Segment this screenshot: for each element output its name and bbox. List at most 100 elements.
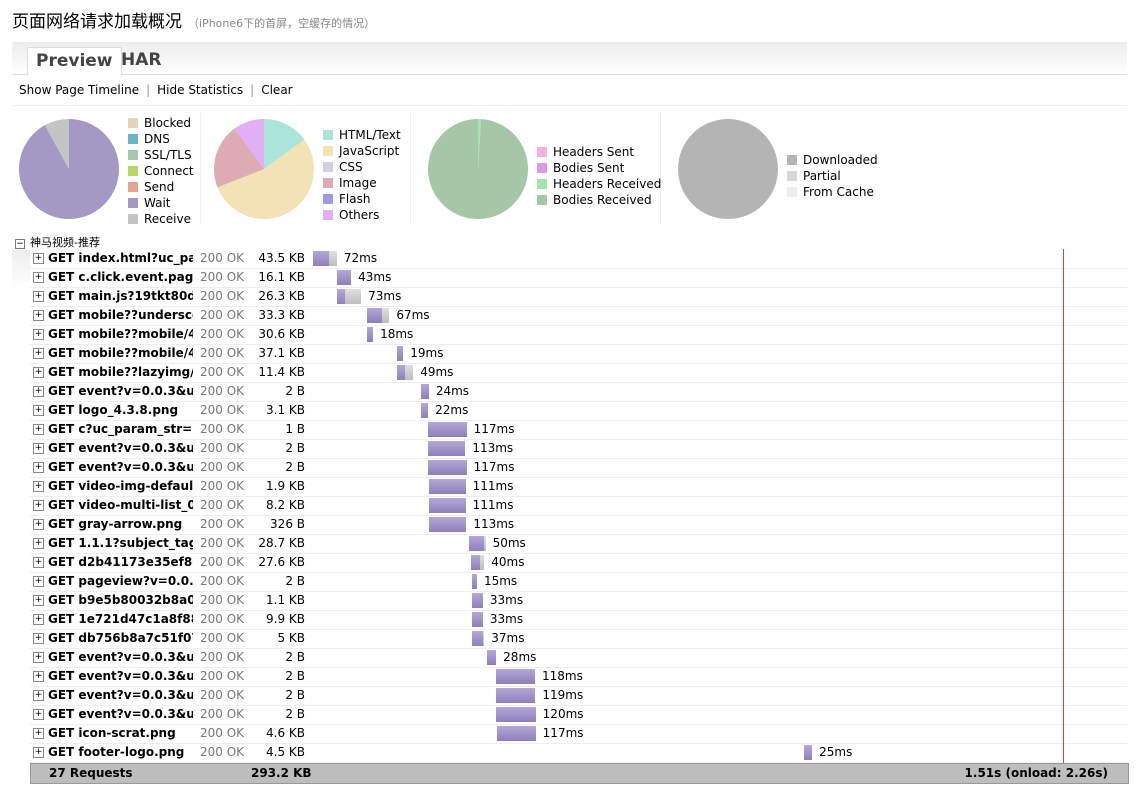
request-url[interactable]: GET event?v=0.0.3&uui <box>48 460 193 474</box>
request-url[interactable]: GET 1e721d47c1a8f882 <box>48 612 193 626</box>
request-row[interactable]: + GET event?v=0.0.3&uui 200 OK 2 B 119ms <box>30 686 1127 706</box>
timing-bar[interactable] <box>803 745 813 760</box>
plus-box-icon[interactable]: + <box>33 595 44 606</box>
timing-bar[interactable] <box>471 631 485 646</box>
request-row[interactable]: + GET b9e5b80032b8a02 200 OK 1.1 KB 33ms <box>30 591 1127 611</box>
timing-bar[interactable] <box>471 612 483 627</box>
request-url[interactable]: GET icon-scrat.png <box>48 726 193 740</box>
page-group-header[interactable]: − 神马视频-推荐 <box>15 234 100 250</box>
timing-bar[interactable] <box>428 498 466 513</box>
plus-box-icon[interactable]: + <box>33 253 44 264</box>
request-row[interactable]: + GET video-img-default 200 OK 1.9 KB 11… <box>30 477 1127 497</box>
timing-bar[interactable] <box>495 688 536 703</box>
plus-box-icon[interactable]: + <box>33 557 44 568</box>
plus-box-icon[interactable]: + <box>33 709 44 720</box>
plus-box-icon[interactable]: + <box>33 291 44 302</box>
plus-box-icon[interactable]: + <box>33 462 44 473</box>
request-row[interactable]: + GET mobile??mobile/4. 200 OK 37.1 KB 1… <box>30 344 1127 364</box>
plus-box-icon[interactable]: + <box>33 652 44 663</box>
request-row[interactable]: + GET mobile??lazyimg/1 200 OK 11.4 KB 4… <box>30 363 1127 383</box>
request-url[interactable]: GET event?v=0.0.3&uui <box>48 707 193 721</box>
plus-box-icon[interactable]: + <box>33 690 44 701</box>
request-url[interactable]: GET event?v=0.0.3&uui <box>48 441 193 455</box>
timing-bar[interactable] <box>427 422 467 437</box>
tab-preview[interactable]: Preview <box>27 47 122 75</box>
timing-bar[interactable] <box>427 441 466 456</box>
request-url[interactable]: GET db756b8a7c51f072 <box>48 631 193 645</box>
timing-bar[interactable] <box>496 726 536 741</box>
timing-bar[interactable] <box>396 346 404 361</box>
request-row[interactable]: + GET event?v=0.0.3&uui 200 OK 2 B 120ms <box>30 705 1127 725</box>
request-row[interactable]: + GET event?v=0.0.3&uui 200 OK 2 B 113ms <box>30 439 1127 459</box>
timing-bar[interactable] <box>428 479 466 494</box>
request-url[interactable]: GET c.click.event.page- <box>48 270 193 284</box>
timing-bar[interactable] <box>336 270 352 285</box>
timing-bar[interactable] <box>495 707 536 722</box>
request-url[interactable]: GET event?v=0.0.3&uui <box>48 688 193 702</box>
plus-box-icon[interactable]: + <box>33 728 44 739</box>
plus-box-icon[interactable]: + <box>33 329 44 340</box>
request-url[interactable]: GET video-multi-list_0. <box>48 498 193 512</box>
request-row[interactable]: + GET pageview?v=0.0.36 200 OK 2 B 15ms <box>30 572 1127 592</box>
plus-box-icon[interactable]: + <box>33 481 44 492</box>
timing-bar[interactable] <box>471 593 483 608</box>
timing-bar[interactable] <box>427 460 467 475</box>
request-row[interactable]: + GET event?v=0.0.3&uui 200 OK 2 B 24ms <box>30 382 1127 402</box>
request-row[interactable]: + GET gray-arrow.png 200 OK 326 B 113ms <box>30 515 1127 535</box>
request-row[interactable]: + GET d2b41173e35ef80 200 OK 27.6 KB 40m… <box>30 553 1127 573</box>
plus-box-icon[interactable]: + <box>33 538 44 549</box>
request-row[interactable]: + GET footer-logo.png 200 OK 4.5 KB 25ms <box>30 743 1127 763</box>
request-row[interactable]: + GET c?uc_param_str=nt 200 OK 1 B 117ms <box>30 420 1127 440</box>
plus-box-icon[interactable]: + <box>33 747 44 758</box>
request-row[interactable]: + GET mobile??underscor 200 OK 33.3 KB 6… <box>30 306 1127 326</box>
show-page-timeline-link[interactable]: Show Page Timeline <box>19 83 139 97</box>
request-url[interactable]: GET b9e5b80032b8a02 <box>48 593 193 607</box>
request-row[interactable]: + GET logo_4.3.8.png 200 OK 3.1 KB 22ms <box>30 401 1127 421</box>
request-row[interactable]: + GET db756b8a7c51f072 200 OK 5 KB 37ms <box>30 629 1127 649</box>
request-row[interactable]: + GET c.click.event.page- 200 OK 16.1 KB… <box>30 268 1127 288</box>
plus-box-icon[interactable]: + <box>33 272 44 283</box>
plus-box-icon[interactable]: + <box>33 443 44 454</box>
plus-box-icon[interactable]: + <box>33 671 44 682</box>
plus-box-icon[interactable]: + <box>33 386 44 397</box>
clear-link[interactable]: Clear <box>261 83 292 97</box>
timing-bar[interactable] <box>367 308 390 323</box>
plus-box-icon[interactable]: + <box>33 576 44 587</box>
request-url[interactable]: GET main.js?19tkt80ds <box>48 289 193 303</box>
plus-box-icon[interactable]: + <box>33 367 44 378</box>
plus-box-icon[interactable]: + <box>33 310 44 321</box>
request-url[interactable]: GET mobile??mobile/4. <box>48 327 193 341</box>
plus-box-icon[interactable]: + <box>33 348 44 359</box>
request-url[interactable]: GET footer-logo.png <box>48 745 193 759</box>
request-url[interactable]: GET mobile??mobile/4. <box>48 346 193 360</box>
timing-bar[interactable] <box>486 650 497 665</box>
request-url[interactable]: GET d2b41173e35ef80 <box>48 555 193 569</box>
request-url[interactable]: GET video-img-default <box>48 479 193 493</box>
request-row[interactable]: + GET 1e721d47c1a8f882 200 OK 9.9 KB 33m… <box>30 610 1127 630</box>
request-url[interactable]: GET event?v=0.0.3&uui <box>48 669 193 683</box>
request-url[interactable]: GET logo_4.3.8.png <box>48 403 193 417</box>
timing-bar[interactable] <box>367 327 374 342</box>
request-row[interactable]: + GET 1.1.1?subject_tag= 200 OK 28.7 KB … <box>30 534 1127 554</box>
request-url[interactable]: GET gray-arrow.png <box>48 517 193 531</box>
request-row[interactable]: + GET event?v=0.0.3&uui 200 OK 2 B 118ms <box>30 667 1127 687</box>
hide-statistics-link[interactable]: Hide Statistics <box>157 83 243 97</box>
timing-bar[interactable] <box>336 289 362 304</box>
timing-bar[interactable] <box>471 574 477 589</box>
timing-bar[interactable] <box>420 384 429 399</box>
request-url[interactable]: GET event?v=0.0.3&uui <box>48 384 193 398</box>
request-url[interactable]: GET event?v=0.0.3&uui <box>48 650 193 664</box>
timing-bar[interactable] <box>470 555 485 570</box>
timing-bar[interactable] <box>420 403 429 418</box>
tab-har[interactable]: HAR <box>113 47 169 74</box>
plus-box-icon[interactable]: + <box>33 424 44 435</box>
request-row[interactable]: + GET main.js?19tkt80ds 200 OK 26.3 KB 7… <box>30 287 1127 307</box>
minus-box-icon[interactable]: − <box>15 239 25 249</box>
timing-bar[interactable] <box>495 669 535 684</box>
request-url[interactable]: GET mobile??underscor <box>48 308 193 322</box>
plus-box-icon[interactable]: + <box>33 633 44 644</box>
request-url[interactable]: GET mobile??lazyimg/1 <box>48 365 193 379</box>
request-url[interactable]: GET index.html?uc_para <box>48 251 193 265</box>
plus-box-icon[interactable]: + <box>33 500 44 511</box>
request-url[interactable]: GET pageview?v=0.0.36 <box>48 574 193 588</box>
